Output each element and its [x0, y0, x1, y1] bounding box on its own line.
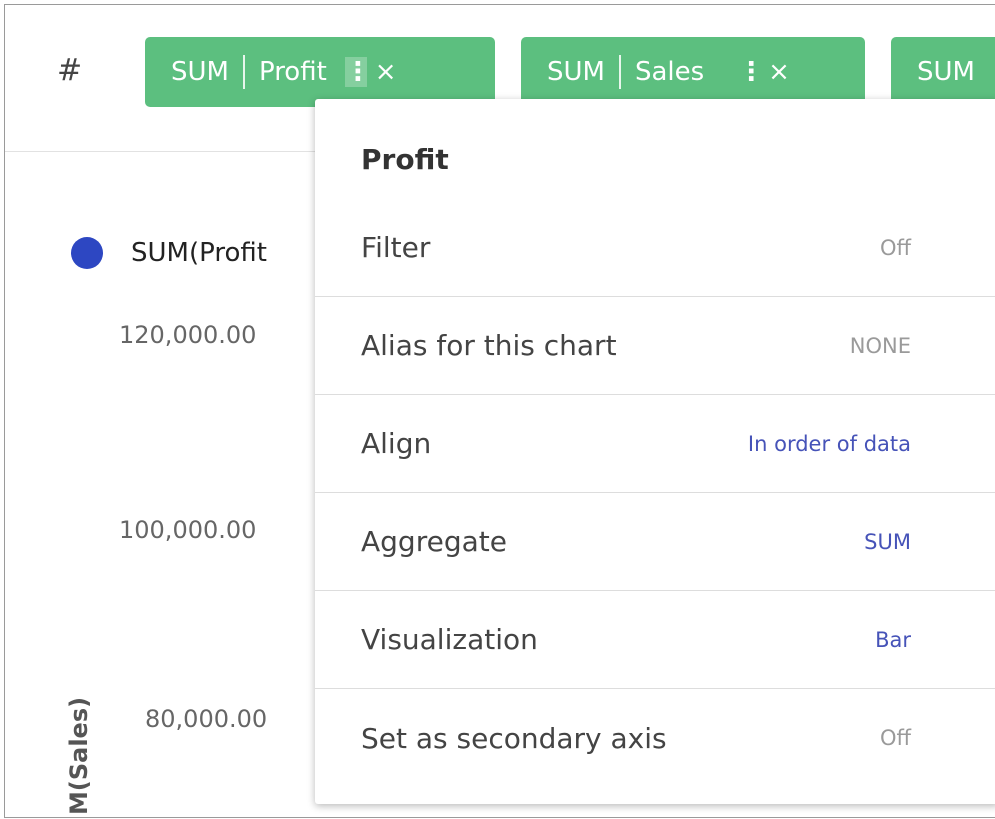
- pill-aggregate: SUM: [171, 57, 229, 87]
- legend-swatch: [71, 237, 103, 269]
- measure-pill-sales[interactable]: SUM Sales ⋮ ×: [521, 37, 865, 107]
- menu-item-value: In order of data: [747, 431, 911, 456]
- menu-item-value: Off: [880, 235, 911, 260]
- menu-item-label: Aggregate: [361, 525, 507, 558]
- chart-legend: SUM(Profit: [71, 237, 267, 269]
- menu-item-label: Set as secondary axis: [361, 721, 667, 755]
- menu-item-label: Alias for this chart: [361, 329, 617, 362]
- pill-field: Sales: [634, 57, 705, 87]
- kebab-menu-icon[interactable]: ⋮: [344, 57, 371, 87]
- menu-item-value: SUM: [864, 529, 911, 554]
- menu-item-visualization[interactable]: Visualization Bar: [315, 591, 995, 689]
- menu-item-align[interactable]: Align In order of data: [315, 395, 995, 493]
- pill-divider: [242, 55, 245, 89]
- menu-item-label: Filter: [361, 231, 431, 264]
- legend-label: SUM(Profit: [131, 238, 267, 268]
- menu-item-label: Align: [361, 427, 432, 460]
- field-options-menu: Profit Filter Off Alias for this chart N…: [315, 99, 995, 804]
- numeric-field-icon: #: [57, 53, 83, 88]
- menu-title: Profit: [361, 143, 449, 176]
- y-axis-label: M(Sales): [65, 696, 93, 815]
- menu-item-value: Bar: [875, 627, 911, 652]
- pill-field: Profit: [258, 57, 327, 87]
- y-tick-label: 100,000.00: [119, 516, 257, 544]
- measure-pill-third[interactable]: SUM: [891, 37, 995, 107]
- menu-item-label: Visualization: [361, 623, 538, 656]
- menu-item-value: NONE: [849, 333, 911, 358]
- close-icon[interactable]: ×: [375, 57, 397, 87]
- menu-item-alias[interactable]: Alias for this chart NONE: [315, 297, 995, 395]
- pill-aggregate: SUM: [547, 57, 605, 87]
- chart-editor: # SUM Profit ⋮ × SUM Sales ⋮ × SUM SUM(P…: [4, 4, 995, 818]
- pill-aggregate: SUM: [917, 57, 975, 87]
- measure-pill-profit[interactable]: SUM Profit ⋮ ×: [145, 37, 495, 107]
- menu-item-filter[interactable]: Filter Off: [315, 199, 995, 297]
- menu-item-value: Off: [880, 726, 911, 750]
- close-icon[interactable]: ×: [768, 57, 790, 87]
- menu-item-aggregate[interactable]: Aggregate SUM: [315, 493, 995, 591]
- y-tick-label: 120,000.00: [119, 321, 257, 349]
- menu-item-secondary-axis[interactable]: Set as secondary axis Off: [315, 689, 995, 787]
- pill-divider: [618, 55, 621, 89]
- kebab-menu-icon[interactable]: ⋮: [738, 57, 764, 87]
